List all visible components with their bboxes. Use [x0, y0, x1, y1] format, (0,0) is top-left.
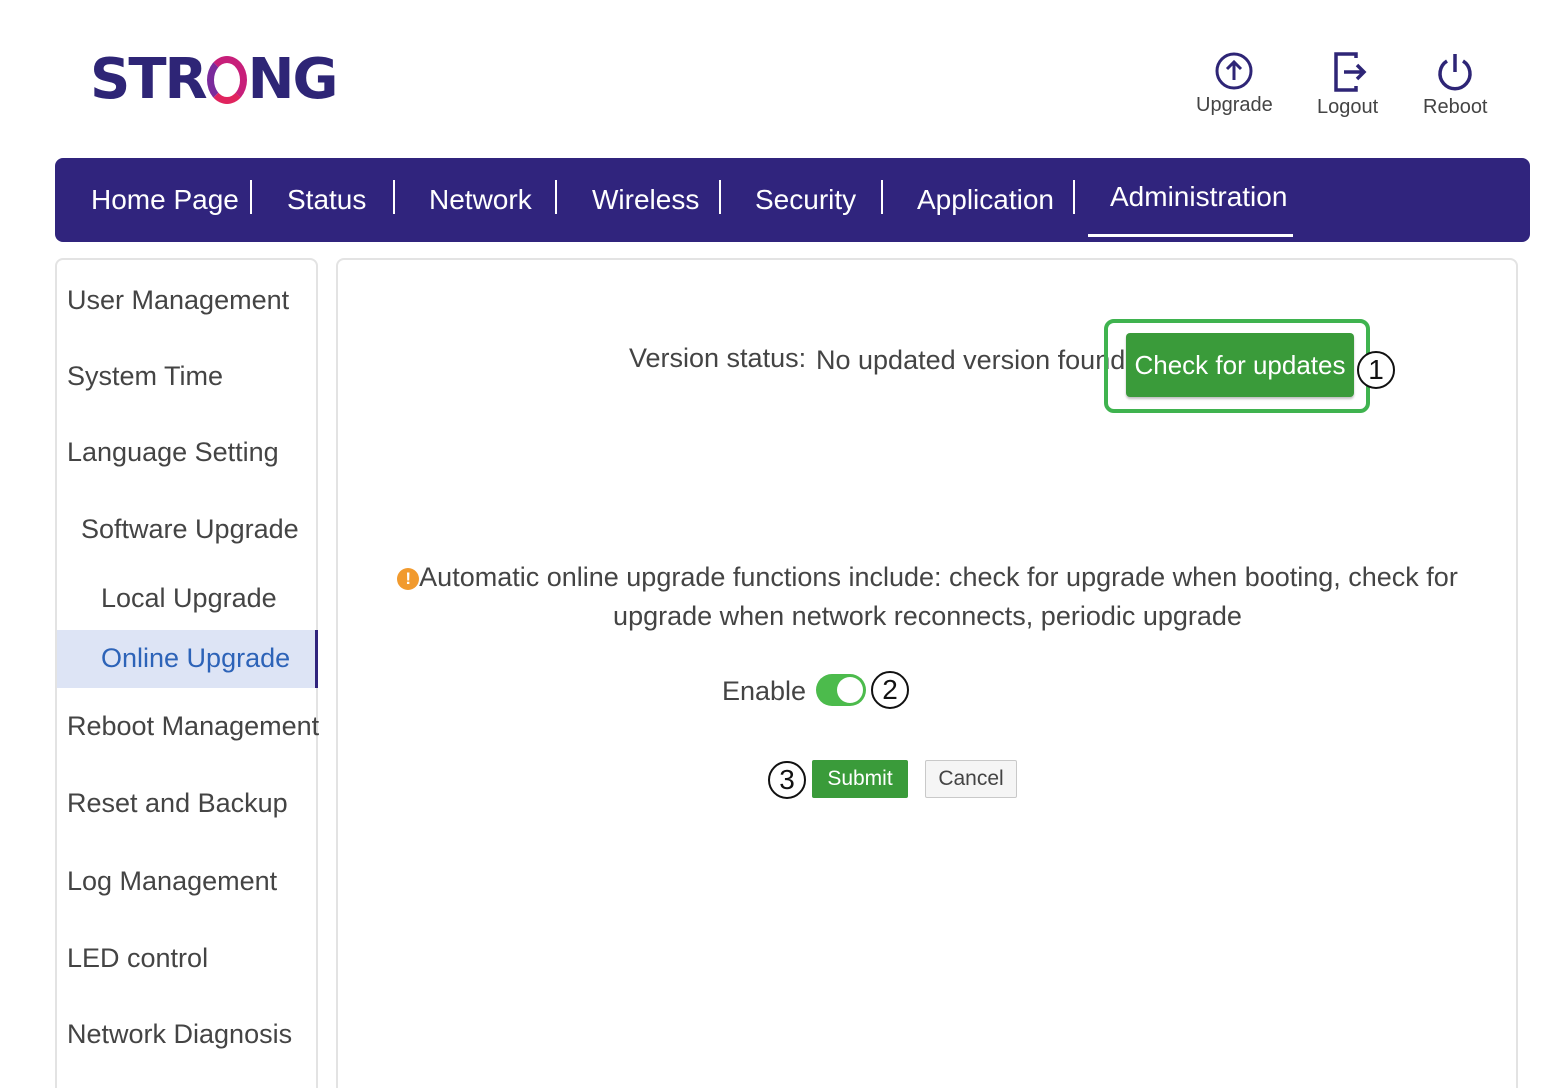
- nav-divider: [250, 180, 252, 214]
- nav-divider: [1073, 180, 1075, 214]
- nav-network[interactable]: Network: [429, 158, 532, 242]
- sidebar-item-system-time[interactable]: System Time: [67, 361, 223, 392]
- sidebar-item-language-setting[interactable]: Language Setting: [67, 437, 279, 468]
- auto-upgrade-info-text: Automatic online upgrade functions inclu…: [419, 562, 1458, 631]
- cancel-button[interactable]: Cancel: [925, 760, 1017, 798]
- nav-status[interactable]: Status: [287, 158, 366, 242]
- upgrade-button[interactable]: Upgrade: [1196, 50, 1273, 117]
- upgrade-label: Upgrade: [1196, 94, 1273, 116]
- nav-home-page[interactable]: Home Page: [91, 158, 239, 242]
- sidebar-item-log-management[interactable]: Log Management: [67, 866, 277, 897]
- reboot-button[interactable]: Reboot: [1423, 50, 1488, 119]
- logout-label: Logout: [1317, 96, 1379, 118]
- callout-1: 1: [1357, 351, 1395, 389]
- nav-application[interactable]: Application: [917, 158, 1054, 242]
- nav-administration[interactable]: Administration: [1110, 155, 1287, 239]
- version-status-value: No updated version found: [816, 345, 1126, 375]
- sidebar: User Management System Time Language Set…: [55, 258, 319, 1088]
- sidebar-item-online-upgrade[interactable]: Online Upgrade: [101, 643, 290, 674]
- info-icon: !: [397, 568, 420, 590]
- sidebar-item-reset-and-backup[interactable]: Reset and Backup: [67, 788, 288, 819]
- logout-icon: [1333, 52, 1367, 92]
- auto-upgrade-info: ! Automatic online upgrade functions incl…: [370, 558, 1485, 636]
- submit-button[interactable]: Submit: [812, 760, 908, 798]
- reboot-label: Reboot: [1423, 96, 1488, 118]
- sidebar-item-network-diagnosis[interactable]: Network Diagnosis: [67, 1019, 292, 1050]
- version-status-label: Version status:: [629, 343, 807, 373]
- check-for-updates-button[interactable]: Check for updates: [1126, 333, 1354, 397]
- upgrade-icon: [1215, 52, 1253, 90]
- sidebar-item-software-upgrade[interactable]: Software Upgrade: [81, 514, 299, 545]
- nav-divider: [719, 180, 721, 214]
- main-nav: Home Page Status Network Wireless Securi…: [55, 158, 1530, 242]
- callout-3: 3: [768, 761, 806, 799]
- enable-toggle[interactable]: [816, 674, 866, 706]
- nav-divider: [393, 180, 395, 214]
- nav-security[interactable]: Security: [755, 158, 856, 242]
- nav-divider: [555, 180, 557, 214]
- callout-2: 2: [871, 671, 909, 709]
- strong-logo: STR NG: [90, 47, 338, 112]
- toggle-knob: [837, 677, 863, 703]
- sidebar-item-local-upgrade[interactable]: Local Upgrade: [101, 583, 277, 614]
- nav-divider: [881, 180, 883, 214]
- sidebar-item-user-management[interactable]: User Management: [67, 285, 289, 316]
- sidebar-item-reboot-management[interactable]: Reboot Management: [67, 711, 319, 742]
- nav-wireless[interactable]: Wireless: [592, 158, 699, 242]
- logo-o-ring: [206, 56, 247, 104]
- sidebar-item-led-control[interactable]: LED control: [67, 943, 208, 974]
- nav-active-underline: [1088, 234, 1293, 237]
- logout-button[interactable]: Logout: [1317, 50, 1378, 119]
- enable-label: Enable: [722, 676, 807, 706]
- power-icon: [1438, 54, 1472, 91]
